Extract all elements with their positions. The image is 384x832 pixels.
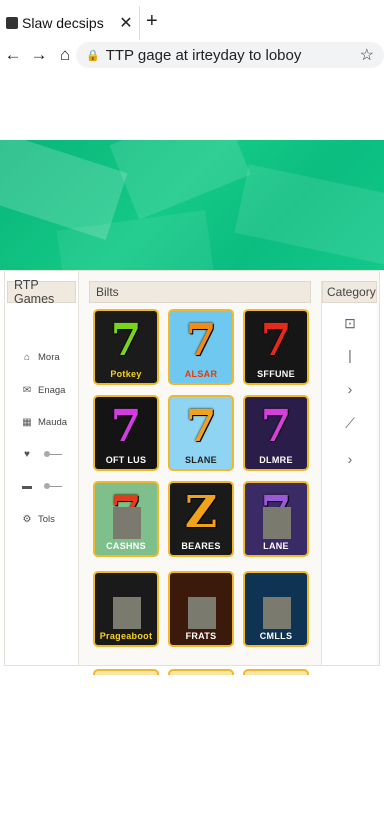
game-tile-label: DLMRE [259, 455, 293, 465]
right-sidebar: Category ⊡ | › ⟋ › [321, 281, 377, 665]
home-icon[interactable]: ⌂ [52, 45, 78, 65]
home-icon: ⌂ [23, 351, 31, 363]
url-field[interactable]: 🔒 TTP gage at irteyday to loboy ☆ [76, 42, 384, 68]
obscured-region [263, 507, 291, 539]
back-arrow-icon[interactable]: ← [0, 45, 26, 65]
address-bar: ← → ⌂ 🔒 TTP gage at irteyday to loboy ☆ [0, 40, 384, 70]
slot-seven-icon: 7 [185, 401, 217, 452]
game-tile-label: ALSAR [184, 369, 218, 379]
slot-seven-icon: 7 [185, 315, 217, 366]
trend-icon[interactable]: ⟋ [322, 415, 378, 432]
sidebar-item-label: Mora [38, 351, 60, 363]
close-icon[interactable]: ✕ [117, 13, 135, 33]
hero-banner [0, 140, 384, 270]
browser-tab[interactable]: Slaw decsips ✕ [0, 6, 140, 40]
chevron-right-icon[interactable]: › [322, 381, 378, 397]
slot-seven-icon: 7 [260, 315, 292, 366]
games-section: Bilts 7 Potkey 7 ALSAR 7 SFFUNE 7 OFT LUS 7 SLANE… [89, 281, 311, 675]
game-tile[interactable]: 7 ALSAR [168, 309, 234, 385]
obscured-region [113, 597, 141, 629]
url-text: TTP gage at irteyday to loboy [105, 46, 302, 64]
game-tile-label: OFT LUS [105, 455, 147, 465]
slot-seven-icon: 7 [110, 401, 142, 452]
category-header: Category [322, 281, 377, 303]
left-sidebar: RTP Games ⌂ Mora ✉ Enaga ▦ Mauda ♥ ▬ ⚙ T… [5, 271, 79, 665]
sidebar-item-label: Mauda [38, 416, 68, 428]
partial-tile[interactable] [93, 669, 159, 675]
browser-tabbar: Slaw decsips ✕ + [0, 0, 384, 40]
game-tile-label: FRATS [185, 631, 217, 641]
sidebar-item-favorites[interactable]: ♥ [21, 448, 62, 460]
obscured-region [188, 597, 216, 629]
chevron-right-icon[interactable]: › [322, 451, 378, 467]
game-tile[interactable]: 7 SFFUNE [243, 309, 309, 385]
game-tile-label: SFFUNE [257, 369, 295, 379]
game-tile[interactable]: FRATS [168, 571, 234, 647]
partial-tile[interactable] [168, 669, 234, 675]
game-tile-label: Prageaboot [99, 631, 153, 641]
game-tile[interactable]: 7 DLMRE [243, 395, 309, 471]
game-panel: RTP Games ⌂ Mora ✉ Enaga ▦ Mauda ♥ ▬ ⚙ T… [4, 270, 380, 675]
sidebar-item-tols[interactable]: ⚙ Tols [21, 513, 55, 525]
sidebar-item-cards[interactable]: ▬ [21, 480, 62, 492]
game-tile-label: BEARES [181, 541, 221, 551]
heart-icon: ♥ [24, 448, 30, 460]
slot-seven-icon: Z [184, 487, 218, 538]
grid-icon: ▦ [22, 416, 32, 428]
slot-seven-icon: 7 [110, 315, 142, 366]
game-tile-label: SLANE [184, 455, 217, 465]
toggle-slider[interactable] [44, 482, 62, 489]
game-tile[interactable]: CMLLS [243, 571, 309, 647]
partial-tile[interactable] [243, 669, 309, 675]
game-tile-label: CMLLS [259, 631, 293, 641]
slot-seven-icon: 7 [260, 401, 292, 452]
card-icon: ▬ [22, 480, 32, 492]
game-tile-label: Potkey [110, 369, 142, 379]
sidebar-item-mora[interactable]: ⌂ Mora [21, 351, 60, 363]
sidebar-item-label: Enaga [38, 384, 66, 396]
obscured-region [263, 597, 291, 629]
game-tile[interactable]: 7CASHNS [93, 481, 159, 557]
game-tile[interactable]: 7 SLANE [168, 395, 234, 471]
sidebar-item-enaga[interactable]: ✉ Enaga [21, 384, 66, 396]
game-tile[interactable]: Prageaboot [93, 571, 159, 647]
plus-icon[interactable]: + [146, 10, 158, 33]
sidebar-item-mauda[interactable]: ▦ Mauda [21, 416, 67, 428]
info-icon[interactable]: ⊡ [322, 315, 378, 332]
game-tile[interactable]: Z BEARES [168, 481, 234, 557]
game-tile-label: LANE [263, 541, 289, 551]
divider-line-icon: | [348, 347, 352, 363]
game-tile[interactable]: 7 Potkey [93, 309, 159, 385]
obscured-region [113, 507, 141, 539]
lock-icon: 🔒 [86, 49, 100, 62]
games-header: Bilts [89, 281, 311, 303]
sidebar-item-label: Tols [38, 513, 55, 525]
star-icon[interactable]: ☆ [360, 45, 374, 65]
toggle-slider[interactable] [44, 450, 62, 457]
game-tile[interactable]: 7 OFT LUS [93, 395, 159, 471]
sidebar-header: RTP Games [7, 278, 76, 306]
game-tile[interactable]: 7LANE [243, 481, 309, 557]
tab-title: Slaw decsips [22, 15, 104, 31]
game-tile-label: CASHNS [106, 541, 146, 551]
mail-icon: ✉ [22, 384, 32, 396]
favicon-icon [6, 17, 18, 29]
tools-icon: ⚙ [22, 513, 32, 525]
forward-arrow-icon[interactable]: → [26, 45, 52, 65]
